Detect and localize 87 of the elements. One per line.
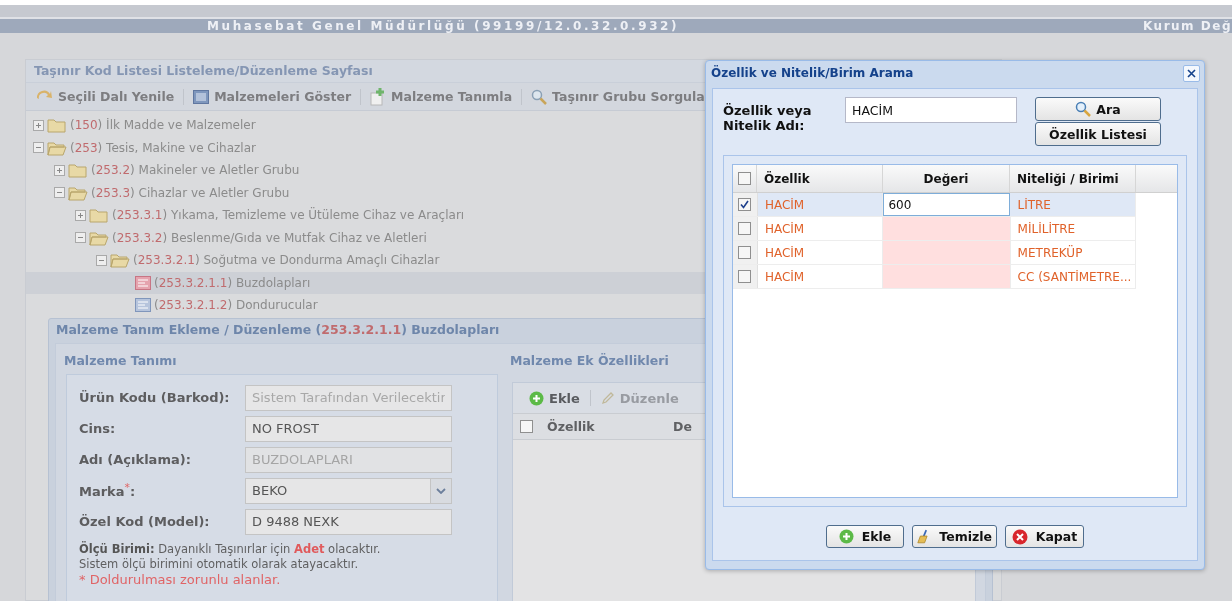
row-checkbox[interactable]: [738, 222, 752, 235]
select-field[interactable]: BEKO: [245, 477, 452, 504]
unit-cell: METREKÜP: [1010, 241, 1136, 264]
header-checkbox[interactable]: [738, 172, 751, 185]
row-checkbox[interactable]: [738, 246, 752, 259]
field-label: Cins:: [79, 421, 117, 436]
folder-icon: [47, 139, 67, 156]
search-icon: [531, 88, 548, 105]
tree-item-label[interactable]: (253.3.1) Yıkama, Temizleme ve Ütüleme Cihaz ve Araçları: [112, 208, 465, 223]
row-checkbox[interactable]: [738, 270, 752, 283]
document-plus-icon: [370, 87, 387, 106]
tree-item-label[interactable]: (253.2) Makineler ve Aletler Grubu: [91, 163, 300, 178]
tree-item-label[interactable]: (253) Tesis, Makine ve Cihazlar: [70, 140, 256, 155]
expand-icon[interactable]: [75, 209, 86, 221]
close-button[interactable]: [1183, 64, 1200, 82]
tree-row[interactable]: (253.3.2.1.2) Dondurucular: [26, 294, 1001, 317]
grid-row[interactable]: HACİM CC (SANTİMETRE...: [733, 265, 1136, 289]
fieldset-legend: Malzeme Ek Özellikleri: [506, 344, 976, 374]
expand-icon[interactable]: [54, 164, 65, 176]
folder-icon: [110, 252, 130, 269]
column-header[interactable]: De: [665, 419, 703, 434]
header-right-text: Kurum Değ: [1143, 19, 1232, 33]
grid-row[interactable]: HACİM METREKÜP: [733, 241, 1136, 265]
column-header[interactable]: Niteliği / Birimi: [1010, 165, 1136, 192]
required-note: * Doldurulması zorunlu alanlar.: [79, 572, 282, 587]
collapse-icon[interactable]: [75, 232, 86, 244]
tree-item-label[interactable]: (253.3.2.1.1) Buzdolapları: [154, 275, 311, 290]
dialog-title: Malzeme Tanım Ekleme / Düzenleme (253.3.2.1.1) Buzdolapları: [55, 321, 501, 339]
value-input[interactable]: 600: [883, 193, 1011, 216]
fieldset-legend: Malzeme Tanımı: [60, 344, 498, 374]
expand-icon[interactable]: [33, 119, 44, 131]
collapse-icon[interactable]: [96, 254, 107, 266]
column-header[interactable]: Özellik: [539, 419, 665, 434]
input-field[interactable]: NO FROST: [245, 415, 452, 442]
search-label: Özellik veya Nitelik Adı:: [723, 103, 813, 133]
toolbar-button[interactable]: Malzeme Tanımla: [367, 85, 516, 108]
header-title: Muhasebat Genel Müdürlüğü (99199/12.0.32.0.932): [207, 19, 680, 33]
toolbar-button[interactable]: Malzemeleri Göster: [190, 87, 355, 106]
dialog-button[interactable]: Temizle: [912, 525, 997, 548]
info-note: Sistem ölçü birimini otomatik olarak atayacaktır.: [79, 557, 360, 572]
header-checkbox[interactable]: [519, 420, 533, 433]
info-note: Ölçü Birimi: Dayanıklı Taşınırlar için Adet olacaktır.: [79, 542, 382, 557]
grid-row[interactable]: HACİM MİLİLİTRE: [733, 217, 1136, 241]
tree-item-label[interactable]: (253.3.2) Beslenme/Gıda ve Mutfak Cihaz ve Aletleri: [112, 230, 427, 245]
close-icon: [1187, 68, 1196, 78]
row-checkbox[interactable]: [738, 198, 752, 211]
chevron-down-icon: [436, 487, 446, 494]
dialog-button[interactable]: Kapat: [1005, 525, 1084, 548]
plus-circle-icon: [838, 529, 854, 544]
unit-cell: LİTRE: [1010, 193, 1136, 216]
unit-cell: CC (SANTİMETRE...: [1010, 265, 1136, 288]
tree-item-label[interactable]: (253.3) Cihazlar ve Aletler Grubu: [91, 185, 290, 200]
tree-item-label[interactable]: (150) İlk Madde ve Malzemeler: [70, 118, 256, 133]
folder-icon: [89, 207, 109, 224]
list-icon: [135, 275, 151, 290]
plus-circle-icon: [529, 390, 544, 406]
close-circle-icon: [1011, 528, 1028, 545]
tree-item-label[interactable]: (253.3.2.1.2) Dondurucular: [154, 298, 318, 313]
pencil-icon: [600, 391, 615, 405]
unit-cell: MİLİLİTRE: [1010, 217, 1136, 240]
field-label: Marka$^{*}$:: [79, 481, 137, 500]
grid-toolbar-button[interactable]: Ekle: [527, 388, 582, 408]
field-label: Özel Kod (Model):: [79, 514, 211, 529]
toolbar-button[interactable]: Seçili Dalı Yenile: [32, 86, 178, 107]
search-icon: [1075, 101, 1092, 117]
grid-row[interactable]: HACİM 600 LİTRE: [733, 193, 1136, 217]
list-icon: [135, 298, 151, 313]
dialog-title: Özellik ve Nitelik/Birim Arama: [711, 66, 914, 80]
search-field[interactable]: HACİM: [845, 97, 1017, 123]
folder-icon: [89, 229, 109, 246]
folder-icon: [47, 117, 67, 134]
folder-icon: [68, 162, 88, 179]
folder-icon: [68, 184, 88, 201]
field-label: Adı (Açıklama):: [79, 452, 192, 467]
list-button[interactable]: Özellik Listesi: [1035, 122, 1161, 146]
input-field[interactable]: Sistem Tarafından Verilecektir: [245, 384, 452, 411]
collapse-icon[interactable]: [54, 187, 65, 199]
column-header[interactable]: Değeri: [883, 165, 1010, 192]
column-header[interactable]: Özellik: [757, 165, 883, 192]
toolbar-button[interactable]: Taşınır Grubu Sorgula: [528, 86, 708, 107]
window-icon: [193, 89, 210, 104]
field-label: Ürün Kodu (Barkod):: [79, 390, 231, 405]
tree-item-label[interactable]: (253.3.2.1) Soğutma ve Dondurma Amaçlı Cihazlar: [133, 253, 440, 268]
collapse-icon[interactable]: [33, 142, 44, 154]
input-field[interactable]: D 9488 NEXK: [245, 508, 452, 535]
dialog-button[interactable]: Ekle: [826, 525, 904, 548]
search-button[interactable]: Ara: [1035, 97, 1161, 121]
